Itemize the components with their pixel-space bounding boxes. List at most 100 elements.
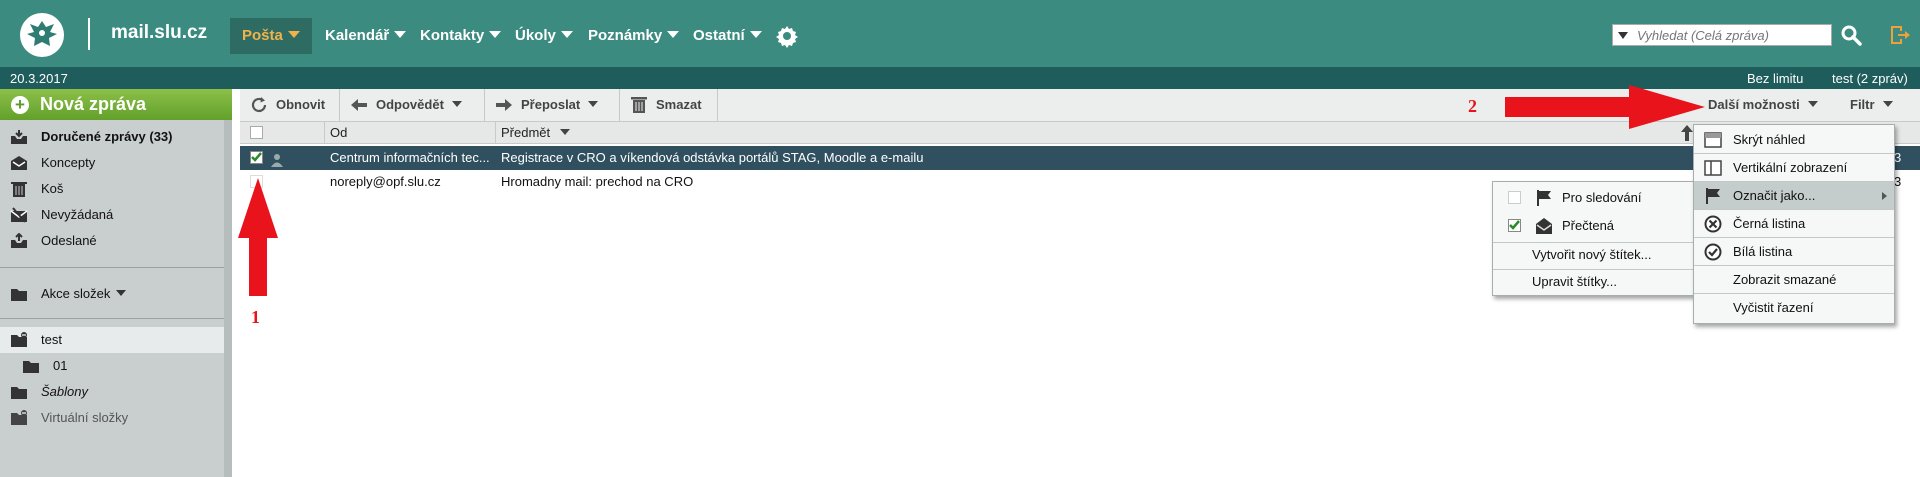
nav-mail[interactable]: Pošta <box>230 18 312 54</box>
folder-virtual[interactable]: Virtuální složky <box>0 405 224 431</box>
envelope-open-icon <box>1536 218 1552 234</box>
inbox-icon <box>11 130 27 144</box>
column-subject-label: Předmět <box>501 125 551 140</box>
sidebar-divider <box>0 318 224 319</box>
folder-01[interactable]: 01 <box>0 353 224 379</box>
nav-other[interactable]: Ostatní <box>683 18 772 54</box>
filter-dropdown[interactable]: Filtr <box>1850 89 1893 121</box>
folder-label: 01 <box>53 358 68 373</box>
row-subject: Hromadny mail: prechod na CRO <box>501 174 694 189</box>
read-checkbox[interactable] <box>1508 219 1521 232</box>
flagged-checkbox[interactable] <box>1508 191 1521 204</box>
menu-item-blacklist[interactable]: Černá listina <box>1694 210 1894 237</box>
vertical-layout-icon <box>1704 160 1722 176</box>
menu-item-label: Vyčistit řazení <box>1733 300 1814 315</box>
chevron-down-icon <box>489 31 502 38</box>
reply-button[interactable]: Odpovědět <box>340 89 485 121</box>
gear-icon[interactable] <box>775 24 799 48</box>
new-message-button[interactable]: + Nová zpráva <box>0 89 232 120</box>
nav-contacts[interactable]: Kontakty <box>410 18 511 54</box>
annotation-label-2: 2 <box>1468 96 1477 116</box>
menu-item-label: Černá listina <box>1733 216 1806 231</box>
folder-sent[interactable]: Odeslané <box>0 228 224 254</box>
nav-tasks[interactable]: Úkoly <box>505 18 583 54</box>
trash-icon <box>631 97 647 113</box>
chevron-down-icon <box>116 290 127 296</box>
folder-test[interactable]: test <box>0 327 224 353</box>
whitelist-icon <box>1704 243 1722 261</box>
forward-button[interactable]: Přeposlat <box>485 89 620 121</box>
folder-spam[interactable]: Nevyžádaná <box>0 202 224 228</box>
menu-item-label: Přečtená <box>1562 218 1615 233</box>
menu-item-label: Označit jako... <box>1733 188 1816 203</box>
folder-drafts[interactable]: Koncepty <box>0 150 224 176</box>
folder-label: test <box>41 332 62 347</box>
menu-item-new-label[interactable]: Vytvořit nový štítek... <box>1493 241 1693 268</box>
menu-item-edit-labels[interactable]: Upravit štítky... <box>1493 268 1693 295</box>
menu-item-label: Pro sledování <box>1562 190 1642 205</box>
search-icon[interactable] <box>1840 24 1862 46</box>
menu-item-clear-sorting[interactable]: Vyčistit řazení <box>1694 294 1894 321</box>
folder-label: Nevyžádaná <box>41 207 114 222</box>
menu-item-whitelist[interactable]: Bílá listina <box>1694 238 1894 265</box>
menu-item-label: Vertikální zobrazení <box>1733 160 1848 175</box>
chevron-down-icon <box>588 101 599 107</box>
filter-label: Filtr <box>1850 97 1875 112</box>
select-all-checkbox[interactable] <box>250 126 263 139</box>
logout-icon[interactable] <box>1888 24 1910 46</box>
menu-item-label: Skrýt náhled <box>1733 132 1806 147</box>
refresh-button[interactable]: Obnovit <box>240 89 340 121</box>
folder-templates[interactable]: Šablony <box>0 379 224 405</box>
menu-item-flagged[interactable]: Pro sledování <box>1493 184 1693 211</box>
nav-notes-label: Poznámky <box>588 27 663 44</box>
annotation-arrow-up <box>238 178 278 296</box>
nav-notes[interactable]: Poznámky <box>578 18 689 54</box>
flag-icon <box>1706 188 1720 204</box>
annotation-label-1: 1 <box>251 307 260 327</box>
folder-icon <box>11 387 27 399</box>
folder-actions[interactable]: Akce složek <box>0 281 224 307</box>
folder-icon <box>11 289 27 301</box>
search-scope-dropdown-icon[interactable] <box>1618 32 1628 39</box>
current-date: 20.3.2017 <box>10 71 68 86</box>
row-subject: Registrace v CRO a víkendová odstávka po… <box>501 150 924 165</box>
folder-actions-label: Akce složek <box>41 281 127 307</box>
menu-item-label: Zobrazit smazané <box>1733 272 1837 287</box>
message-list: Od Předmět Centrum informačních tec... R… <box>240 122 1920 477</box>
folder-trash[interactable]: Koš <box>0 176 224 202</box>
new-message-label: Nová zpráva <box>40 94 147 114</box>
folder-label: Koš <box>41 181 64 196</box>
sidebar-divider <box>0 267 224 268</box>
menu-item-read[interactable]: Přečtená <box>1493 212 1693 239</box>
more-options-dropdown[interactable]: Další možnosti <box>1708 89 1818 121</box>
menu-item-mark-as[interactable]: Označit jako... <box>1694 182 1894 209</box>
row-checkbox[interactable] <box>250 151 263 164</box>
refresh-icon <box>251 97 267 113</box>
university-logo[interactable] <box>20 13 64 57</box>
account-info: test (2 zpráv) <box>1832 71 1908 86</box>
chevron-down-icon <box>451 101 462 107</box>
menu-item-show-deleted[interactable]: Zobrazit smazané <box>1694 266 1894 293</box>
menu-item-hide-preview[interactable]: Skrýt náhled <box>1694 126 1894 153</box>
column-from[interactable]: Od <box>324 122 489 144</box>
search-box[interactable] <box>1612 24 1832 46</box>
table-row[interactable]: Centrum informačních tec... Registrace v… <box>240 146 1920 170</box>
chevron-right-icon <box>1882 192 1887 200</box>
chevron-down-icon <box>394 31 407 38</box>
nav-calendar[interactable]: Kalendář <box>315 18 416 54</box>
chevron-down-icon <box>749 31 762 38</box>
search-input[interactable] <box>1637 26 1827 44</box>
mark-as-submenu: Pro sledování Přečtená Vytvořit nový ští… <box>1492 181 1694 296</box>
logo-separator <box>88 18 90 50</box>
folder-inbox[interactable]: Doručené zprávy (33) <box>0 124 224 150</box>
reply-label: Odpovědět <box>376 97 444 112</box>
chevron-down-icon <box>560 31 573 38</box>
drafts-icon <box>11 156 27 170</box>
chevron-down-icon[interactable] <box>560 129 571 135</box>
site-name[interactable]: mail.slu.cz <box>111 22 207 44</box>
delete-button[interactable]: Smazat <box>620 89 718 121</box>
menu-item-vertical-view[interactable]: Vertikální zobrazení <box>1694 154 1894 181</box>
menu-item-label: Vytvořit nový štítek... <box>1532 247 1652 262</box>
row-date: 3 <box>1894 174 1902 189</box>
sidebar: + Nová zpráva Doručené zprávy (33) Konce… <box>0 89 232 477</box>
